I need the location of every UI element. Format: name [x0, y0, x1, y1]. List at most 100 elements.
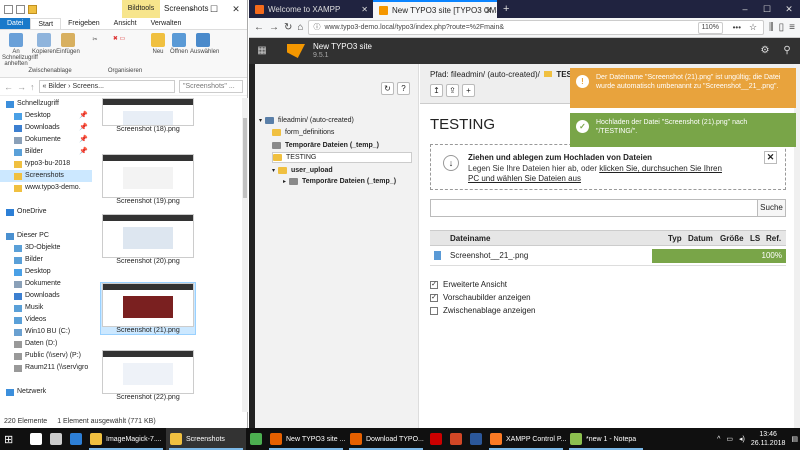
- refresh-tree-button[interactable]: ↻: [381, 82, 394, 95]
- url-bar[interactable]: ⓘ www.typo3-demo.local/typo3/index.php?r…: [308, 20, 765, 35]
- file-thumbnail[interactable]: Screenshot (19).png: [100, 154, 196, 205]
- notifications-icon[interactable]: ▤: [791, 435, 798, 443]
- new-tab-icon[interactable]: +: [497, 0, 515, 18]
- clock[interactable]: 13:46 26.11.2018: [751, 430, 786, 448]
- pin-icon[interactable]: 📌: [79, 122, 88, 134]
- typo3-logo[interactable]: [287, 44, 305, 58]
- nav-item[interactable]: Desktop: [0, 266, 92, 278]
- taskbar-item[interactable]: [46, 428, 66, 450]
- forward-icon[interactable]: →: [17, 82, 26, 92]
- col-ls[interactable]: LS: [750, 234, 760, 243]
- taskbar-item[interactable]: [66, 428, 86, 450]
- file-thumbnail[interactable]: Screenshot (22).png: [100, 350, 196, 401]
- search-button[interactable]: Suche: [758, 199, 786, 217]
- up-folder-button[interactable]: ↥: [430, 84, 443, 97]
- nav-item[interactable]: Daten (D:): [0, 338, 92, 350]
- nav-item[interactable]: Public (\\serv) (P:): [0, 350, 92, 362]
- taskbar-item[interactable]: [466, 428, 486, 450]
- collapse-arrow-icon[interactable]: ▾: [259, 117, 262, 124]
- scroll-thumb[interactable]: [243, 118, 247, 198]
- volume-icon[interactable]: ◂): [739, 435, 745, 443]
- nav-item[interactable]: Screenshots: [0, 170, 92, 182]
- module-menu-toggle-icon[interactable]: ▦: [249, 38, 275, 64]
- help-button[interactable]: ?: [397, 82, 410, 95]
- select-button[interactable]: Auswählen: [190, 33, 219, 55]
- new-button[interactable]: Neu: [148, 33, 168, 55]
- taskbar-item[interactable]: [446, 428, 466, 450]
- nav-item[interactable]: Musik: [0, 302, 92, 314]
- nav-item[interactable]: Downloads: [0, 290, 92, 302]
- flash-success[interactable]: ✓ Hochladen der Datei "Screenshot (21).p…: [570, 113, 796, 147]
- file-thumbnail[interactable]: Screenshot (18).png: [100, 98, 196, 133]
- pin-button[interactable]: An Schnellzugriff anheften: [2, 33, 38, 67]
- file-thumbnail[interactable]: Screenshot (21).png: [100, 282, 196, 335]
- pin-icon[interactable]: 📌: [79, 110, 88, 122]
- file-thumbnail[interactable]: Screenshot (20).png: [100, 214, 196, 265]
- upload-dropzone[interactable]: ↓ Ziehen und ablegen zum Hochladen von D…: [430, 144, 786, 190]
- close-tab-icon[interactable]: ✕: [361, 5, 368, 14]
- nav-item[interactable]: Win10 BU (C:): [0, 326, 92, 338]
- close-tab-icon[interactable]: ✕: [485, 6, 492, 15]
- nav-item[interactable]: Netzwerk: [0, 386, 92, 398]
- checkbox[interactable]: ✓: [430, 280, 438, 289]
- tab-share[interactable]: Freigeben: [61, 18, 107, 29]
- forward-icon[interactable]: →: [269, 22, 279, 33]
- info-icon[interactable]: ⓘ: [313, 21, 320, 34]
- nav-item[interactable]: OneDrive: [0, 206, 92, 218]
- taskbar-item[interactable]: [426, 428, 446, 450]
- col-name[interactable]: Dateiname: [450, 234, 490, 243]
- search-input[interactable]: "Screenshots" ...: [179, 80, 243, 93]
- new-button[interactable]: +: [462, 84, 475, 97]
- taskbar-item[interactable]: Download TYPO...: [346, 428, 426, 450]
- paste-button[interactable]: Einfügen: [56, 33, 80, 55]
- minimize-icon[interactable]: –: [734, 0, 756, 18]
- search-icon[interactable]: ⚲: [778, 38, 796, 64]
- collapse-arrow-icon[interactable]: ▾: [272, 167, 275, 174]
- tree-node[interactable]: Temporäre Dateien (_temp_): [272, 140, 379, 151]
- option-checkbox[interactable]: Zwischenablage anzeigen: [430, 306, 536, 315]
- taskbar-item[interactable]: [246, 428, 266, 450]
- taskbar-item[interactable]: New TYPO3 site ...: [266, 428, 346, 450]
- maximize-icon[interactable]: ☐: [203, 0, 225, 18]
- nav-item[interactable]: Bilder: [0, 254, 92, 266]
- copy-button[interactable]: Kopieren: [32, 33, 56, 55]
- sidebar-icon[interactable]: ▯: [779, 22, 785, 33]
- nav-item[interactable]: Bilder 📌: [0, 146, 92, 158]
- minimize-icon[interactable]: –: [181, 0, 203, 18]
- tab-xampp[interactable]: Welcome to XAMPP ✕: [249, 0, 373, 18]
- pin-icon[interactable]: 📌: [79, 134, 88, 146]
- col-size[interactable]: Größe: [720, 234, 744, 243]
- taskbar-item[interactable]: [26, 428, 46, 450]
- option-checkbox[interactable]: ✓ Vorschaubilder anzeigen: [430, 293, 531, 302]
- back-icon[interactable]: ←: [4, 82, 13, 92]
- checkbox[interactable]: ✓: [430, 293, 438, 302]
- table-row[interactable]: Screenshot__21_.png 100%: [430, 246, 786, 266]
- nav-item[interactable]: Dokumente: [0, 278, 92, 290]
- expand-arrow-icon[interactable]: ▸: [283, 178, 286, 185]
- tree-node[interactable]: ▾ user_upload: [272, 165, 333, 176]
- tab-file[interactable]: Datei: [0, 18, 31, 29]
- nav-item[interactable]: 3D-Objekte: [0, 242, 92, 254]
- file-list-scrollbar[interactable]: [242, 98, 248, 412]
- nav-item[interactable]: Videos: [0, 314, 92, 326]
- tree-node[interactable]: form_definitions: [272, 127, 334, 138]
- open-button[interactable]: Öffnen: [168, 33, 190, 55]
- tab-view[interactable]: Ansicht: [107, 18, 144, 29]
- start-button[interactable]: ⊞: [0, 428, 26, 450]
- tree-root[interactable]: ▾ fileadmin/ (auto-created): [259, 115, 354, 126]
- nav-item[interactable]: Schnellzugriff: [0, 98, 92, 110]
- checkbox-icon[interactable]: [16, 4, 25, 14]
- page-actions-icon[interactable]: •••: [733, 21, 741, 34]
- up-icon[interactable]: ↑: [30, 82, 35, 92]
- tree-node[interactable]: TESTING: [272, 152, 412, 163]
- file-name[interactable]: Screenshot__21_.png: [450, 251, 528, 260]
- address-bar[interactable]: « Bilder › Screens...: [38, 80, 175, 93]
- search-input[interactable]: [430, 199, 758, 217]
- reload-icon[interactable]: ↻: [284, 22, 292, 33]
- taskbar-item[interactable]: *new 1 - Notepa: [566, 428, 646, 450]
- tab-manage[interactable]: Verwalten: [144, 18, 189, 29]
- tab-typo3[interactable]: New TYPO3 site [TYPO3 CMS 9 ✕: [373, 0, 497, 18]
- library-icon[interactable]: ⫼: [769, 22, 774, 33]
- settings-gear-icon[interactable]: ⚙: [756, 38, 774, 64]
- taskbar-item[interactable]: XAMPP Control P...: [486, 428, 566, 450]
